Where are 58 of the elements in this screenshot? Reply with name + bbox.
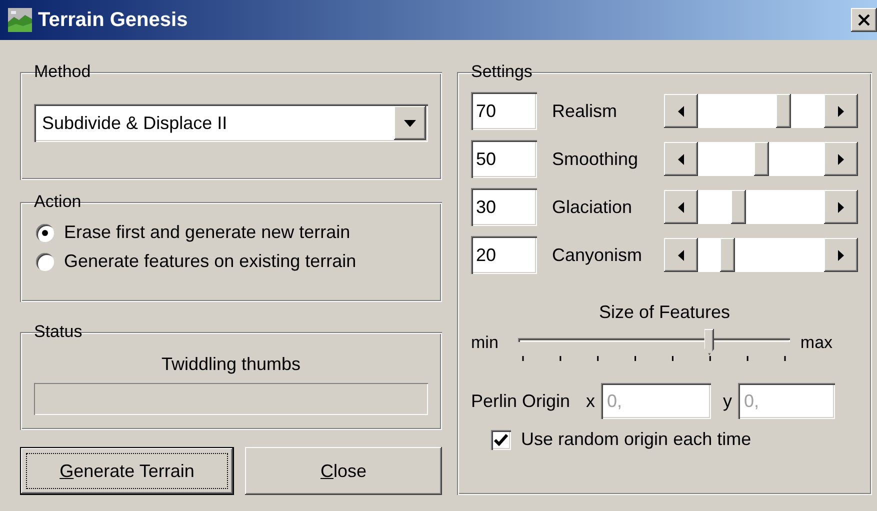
field-label: Perlin Origin bbox=[471, 390, 570, 412]
radio-button[interactable] bbox=[36, 252, 54, 270]
close-button[interactable] bbox=[851, 8, 877, 32]
right-arrow-icon bbox=[838, 154, 844, 164]
slider-label: Canyonism bbox=[552, 244, 644, 266]
right-arrow-icon bbox=[838, 202, 844, 212]
window-title: Terrain Genesis bbox=[38, 8, 189, 32]
radio-label: Erase first and generate new terrain bbox=[64, 222, 350, 243]
slider-thumb[interactable] bbox=[704, 329, 714, 355]
slider-thumb[interactable] bbox=[720, 238, 736, 272]
close-icon bbox=[858, 14, 870, 26]
slider-title: Size of Features bbox=[598, 302, 732, 323]
scroll-right-button[interactable] bbox=[824, 142, 858, 176]
action-button[interactable]: Generate Terrain bbox=[20, 447, 234, 495]
scroll-right-button[interactable] bbox=[824, 190, 858, 224]
field-label: y bbox=[723, 390, 732, 412]
value-field[interactable]: 50 bbox=[471, 140, 537, 178]
dropdown-button[interactable] bbox=[394, 106, 426, 140]
scroll-left-button[interactable] bbox=[664, 142, 698, 176]
size-slider[interactable] bbox=[518, 327, 790, 363]
group-title: Settings bbox=[470, 62, 534, 82]
max-label: max bbox=[800, 333, 833, 353]
right-arrow-icon bbox=[838, 106, 844, 116]
radio-label: Generate features on existing terrain bbox=[64, 251, 356, 272]
scroll-right-button[interactable] bbox=[824, 94, 858, 128]
left-arrow-icon bbox=[678, 154, 684, 164]
status-message: Twiddling thumbs bbox=[160, 354, 302, 375]
scroll-right-button[interactable] bbox=[824, 238, 858, 272]
value-field[interactable]: 70 bbox=[471, 92, 537, 130]
field-label: x bbox=[586, 390, 596, 412]
value-field[interactable]: 30 bbox=[471, 188, 537, 226]
slider-label: Realism bbox=[552, 100, 618, 122]
radio-option[interactable]: Generate features on existing terrain bbox=[34, 247, 356, 276]
slider-label: Smoothing bbox=[552, 148, 640, 170]
terrain-icon bbox=[8, 8, 32, 32]
left-arrow-icon bbox=[678, 250, 684, 260]
dropdown-value: Subdivide & Displace II bbox=[41, 112, 228, 134]
checkbox[interactable] bbox=[491, 430, 511, 450]
left-arrow-icon bbox=[678, 106, 684, 116]
slider-label: Glaciation bbox=[552, 196, 634, 218]
method-dropdown[interactable]: Subdivide & Displace II bbox=[34, 104, 428, 142]
group-title: Action bbox=[33, 192, 82, 212]
scroll-left-button[interactable] bbox=[664, 190, 698, 224]
slider-thumb[interactable] bbox=[731, 190, 746, 224]
scroll-left-button[interactable] bbox=[664, 238, 698, 272]
left-arrow-icon bbox=[678, 202, 684, 212]
slider-thumb[interactable] bbox=[776, 94, 791, 128]
slider-thumb[interactable] bbox=[754, 142, 768, 176]
value-field[interactable]: 20 bbox=[471, 236, 537, 274]
action-button[interactable]: Close bbox=[245, 447, 442, 495]
right-arrow-icon bbox=[838, 250, 844, 260]
caret-icon bbox=[404, 120, 416, 126]
group-title: Status bbox=[33, 322, 84, 342]
min-label: min bbox=[471, 333, 498, 353]
group-title: Method bbox=[33, 62, 92, 82]
scroll-left-button[interactable] bbox=[664, 94, 698, 128]
radio-option[interactable]: Erase first and generate new terrain bbox=[34, 218, 350, 247]
radio-button[interactable] bbox=[36, 224, 54, 242]
